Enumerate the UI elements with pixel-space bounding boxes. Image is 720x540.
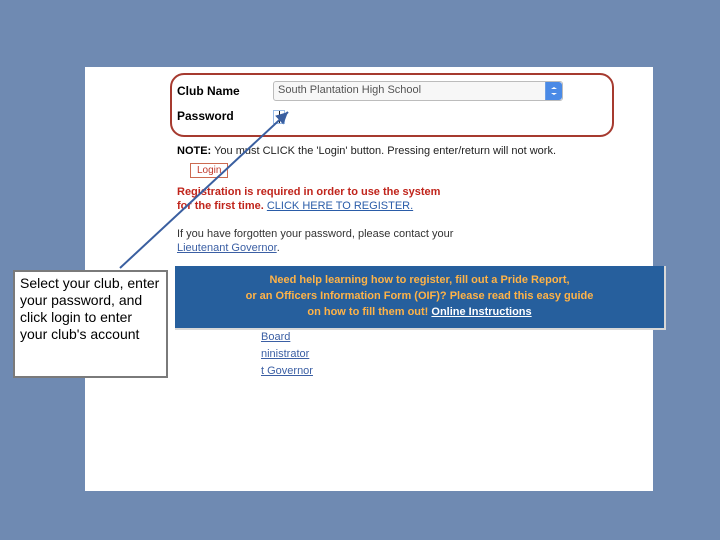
note-prefix: NOTE: xyxy=(177,145,211,157)
banner-line2: or an Officers Information Form (OIF)? P… xyxy=(246,290,594,302)
role-link-admin[interactable]: ninistrator xyxy=(261,346,313,363)
club-name-row: Club Name South Plantation High School xyxy=(177,79,563,107)
forgot-line1: If you have forgotten your password, ple… xyxy=(177,228,453,240)
forgot-password-text: If you have forgotten your password, ple… xyxy=(177,227,453,255)
role-links-list: Board ninistrator t Governor xyxy=(261,329,313,380)
club-name-label: Club Name xyxy=(177,79,273,107)
callout-text: Select your club, enter your password, a… xyxy=(20,275,159,342)
banner-line3-prefix: on how to fill them out! xyxy=(307,306,428,318)
note-text: You must CLICK the 'Login' button. Press… xyxy=(214,145,556,157)
text-caret xyxy=(279,111,280,123)
password-input[interactable] xyxy=(273,110,285,124)
club-name-selected-value: South Plantation High School xyxy=(278,84,421,96)
password-label: Password xyxy=(177,107,273,129)
role-link-board[interactable]: Board xyxy=(261,329,313,346)
registration-line2-prefix: for the first time. xyxy=(177,200,264,212)
registration-line1: Registration is required in order to use… xyxy=(177,186,440,198)
login-note: NOTE: You must CLICK the 'Login' button.… xyxy=(177,145,556,157)
login-form: Club Name South Plantation High School P… xyxy=(177,79,607,129)
login-page: Club Name South Plantation High School P… xyxy=(85,67,653,491)
role-link-governor[interactable]: t Governor xyxy=(261,363,313,380)
password-row: Password xyxy=(177,107,563,129)
online-instructions-link[interactable]: Online Instructions xyxy=(431,306,531,318)
register-link[interactable]: CLICK HERE TO REGISTER. xyxy=(267,200,413,212)
instruction-callout: Select your club, enter your password, a… xyxy=(13,270,168,378)
chevron-down-icon xyxy=(545,82,562,100)
club-name-select[interactable]: South Plantation High School xyxy=(273,81,563,101)
help-banner: Need help learning how to register, fill… xyxy=(175,266,666,330)
registration-text: Registration is required in order to use… xyxy=(177,185,440,213)
lieutenant-governor-link[interactable]: Lieutenant Governor xyxy=(177,242,277,254)
login-button[interactable]: Login xyxy=(190,163,228,178)
banner-line1: Need help learning how to register, fill… xyxy=(269,274,569,286)
